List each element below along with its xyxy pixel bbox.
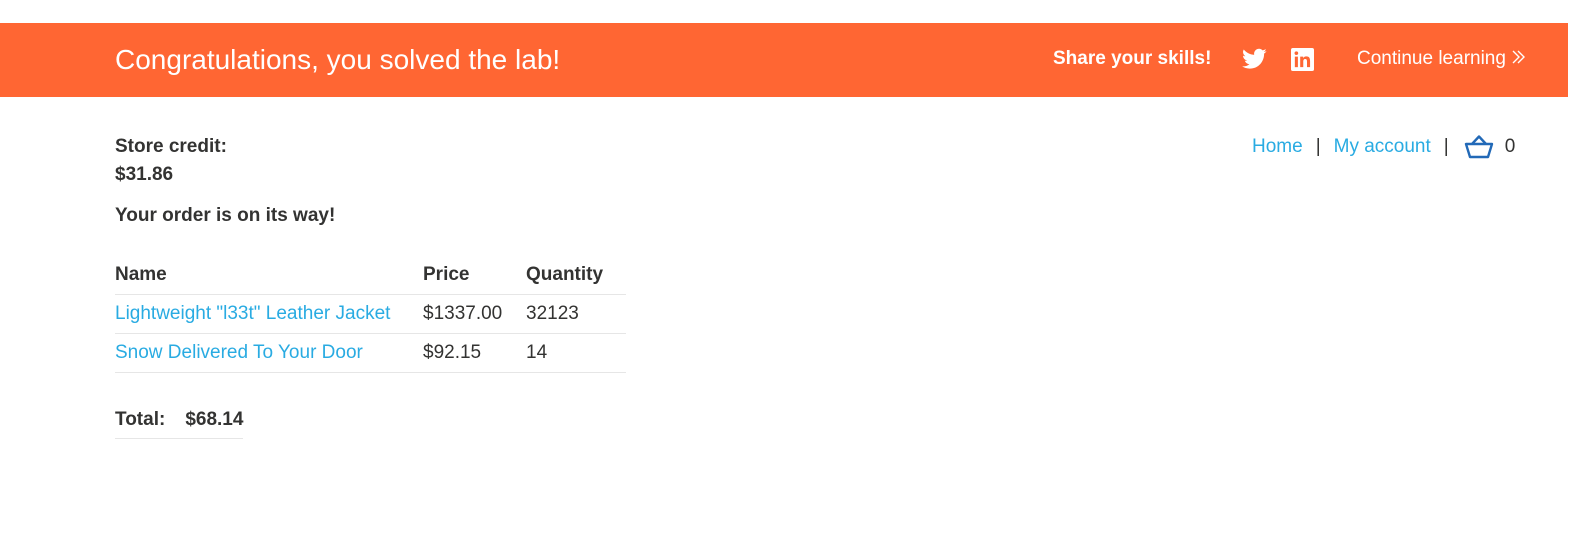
basket-icon[interactable] <box>1464 134 1494 160</box>
item-name-cell: Snow Delivered To Your Door <box>115 333 423 373</box>
store-credit-value: $31.86 <box>115 164 174 185</box>
continue-learning-label: Continue learning <box>1357 48 1506 69</box>
home-link[interactable]: Home <box>1252 136 1303 158</box>
linkedin-icon[interactable] <box>1291 48 1314 71</box>
item-quantity-cell: 14 <box>526 333 626 373</box>
total-value: $68.14 <box>185 401 244 439</box>
share-skills-label: Share your skills! <box>1053 48 1212 69</box>
continue-learning-link[interactable]: Continue learning <box>1357 48 1526 70</box>
order-confirmation-message: Your order is on its way! <box>115 205 336 226</box>
nav-separator: | <box>1315 136 1321 157</box>
table-row: Lightweight "l33t" Leather Jacket $1337.… <box>115 294 626 334</box>
item-quantity-cell: 32123 <box>526 294 626 334</box>
banner-title: Congratulations, you solved the lab! <box>115 44 561 75</box>
column-header-quantity: Quantity <box>526 255 626 295</box>
product-link[interactable]: Snow Delivered To Your Door <box>115 342 363 363</box>
nav-separator: | <box>1443 136 1449 157</box>
total-label: Total: <box>115 401 186 439</box>
item-price-cell: $92.15 <box>423 333 526 373</box>
item-price-cell: $1337.00 <box>423 294 526 334</box>
store-credit-label: Store credit: <box>115 136 227 157</box>
twitter-icon[interactable] <box>1242 48 1267 70</box>
total-row: Total: $68.14 <box>115 401 244 439</box>
table-header-row: Name Price Quantity <box>115 255 626 295</box>
order-total-table: Total: $68.14 <box>115 401 244 439</box>
top-navigation: Home | My account | 0 <box>1252 134 1515 160</box>
lab-solved-banner: Congratulations, you solved the lab! Sha… <box>0 23 1568 97</box>
chevrons-right-icon <box>1512 50 1525 64</box>
my-account-link[interactable]: My account <box>1334 136 1431 158</box>
column-header-price: Price <box>423 255 526 295</box>
order-items-table: Name Price Quantity Lightweight "l33t" L… <box>115 255 626 373</box>
product-link[interactable]: Lightweight "l33t" Leather Jacket <box>115 303 390 324</box>
item-name-cell: Lightweight "l33t" Leather Jacket <box>115 294 423 334</box>
table-row: Snow Delivered To Your Door $92.15 14 <box>115 333 626 373</box>
column-header-name: Name <box>115 255 423 295</box>
cart-count: 0 <box>1504 136 1516 157</box>
